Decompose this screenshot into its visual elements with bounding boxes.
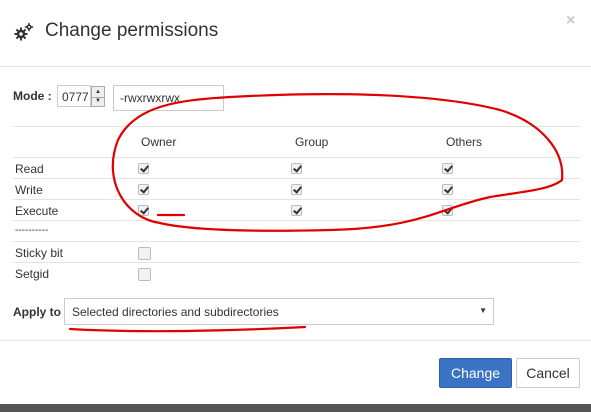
mode-number-input[interactable]: 0777 bbox=[57, 85, 91, 107]
footer-divider bbox=[0, 340, 591, 341]
change-button[interactable]: Change bbox=[439, 358, 512, 388]
cancel-button[interactable]: Cancel bbox=[516, 358, 580, 388]
mode-spinner[interactable]: ▲ ▼ bbox=[91, 86, 105, 107]
close-icon[interactable]: × bbox=[566, 12, 575, 30]
dialog-title: Change permissions bbox=[45, 20, 219, 41]
row-label-write: Write bbox=[15, 183, 43, 197]
column-header-group: Group bbox=[295, 135, 329, 149]
sticky-bit-checkbox[interactable] bbox=[138, 247, 151, 260]
write-others-checkbox[interactable] bbox=[442, 184, 453, 195]
row-label-setgid: Setgid bbox=[15, 267, 50, 281]
divider bbox=[13, 241, 580, 242]
execute-others-checkbox[interactable] bbox=[442, 205, 453, 216]
mode-label: Mode : bbox=[13, 89, 52, 103]
read-others-checkbox[interactable] bbox=[442, 163, 453, 174]
mode-symbolic-input[interactable]: -rwxrwxrwx bbox=[113, 85, 224, 111]
row-label-sticky-bit: Sticky bit bbox=[15, 246, 64, 260]
write-group-checkbox[interactable] bbox=[291, 184, 302, 195]
column-header-others: Others bbox=[446, 135, 483, 149]
gears-icon bbox=[14, 22, 34, 41]
row-label-read: Read bbox=[15, 162, 44, 176]
divider bbox=[13, 220, 580, 221]
divider bbox=[13, 178, 580, 179]
spinner-down-icon[interactable]: ▼ bbox=[92, 97, 104, 106]
execute-group-checkbox[interactable] bbox=[291, 205, 302, 216]
apply-to-select[interactable]: Selected directories and subdirectories … bbox=[64, 298, 494, 325]
apply-to-selected-value: Selected directories and subdirectories bbox=[72, 305, 279, 319]
column-header-owner: Owner bbox=[141, 135, 177, 149]
divider bbox=[13, 199, 580, 200]
dialog-header: Change permissions × bbox=[0, 0, 591, 67]
read-owner-checkbox[interactable] bbox=[138, 163, 149, 174]
divider bbox=[13, 157, 580, 158]
setgid-checkbox[interactable] bbox=[138, 268, 151, 281]
divider bbox=[13, 262, 580, 263]
execute-owner-checkbox[interactable] bbox=[138, 205, 149, 216]
change-permissions-dialog: Change permissions × Mode : 0777 ▲ ▼ -rw… bbox=[0, 0, 591, 404]
row-label-execute: Execute bbox=[15, 204, 59, 218]
separator-text: ---------- bbox=[15, 225, 49, 236]
apply-to-label: Apply to bbox=[13, 305, 61, 319]
write-owner-checkbox[interactable] bbox=[138, 184, 149, 195]
background-overlay bbox=[0, 404, 591, 412]
divider bbox=[13, 126, 580, 127]
read-group-checkbox[interactable] bbox=[291, 163, 302, 174]
dropdown-arrow-icon: ▼ bbox=[479, 306, 487, 315]
